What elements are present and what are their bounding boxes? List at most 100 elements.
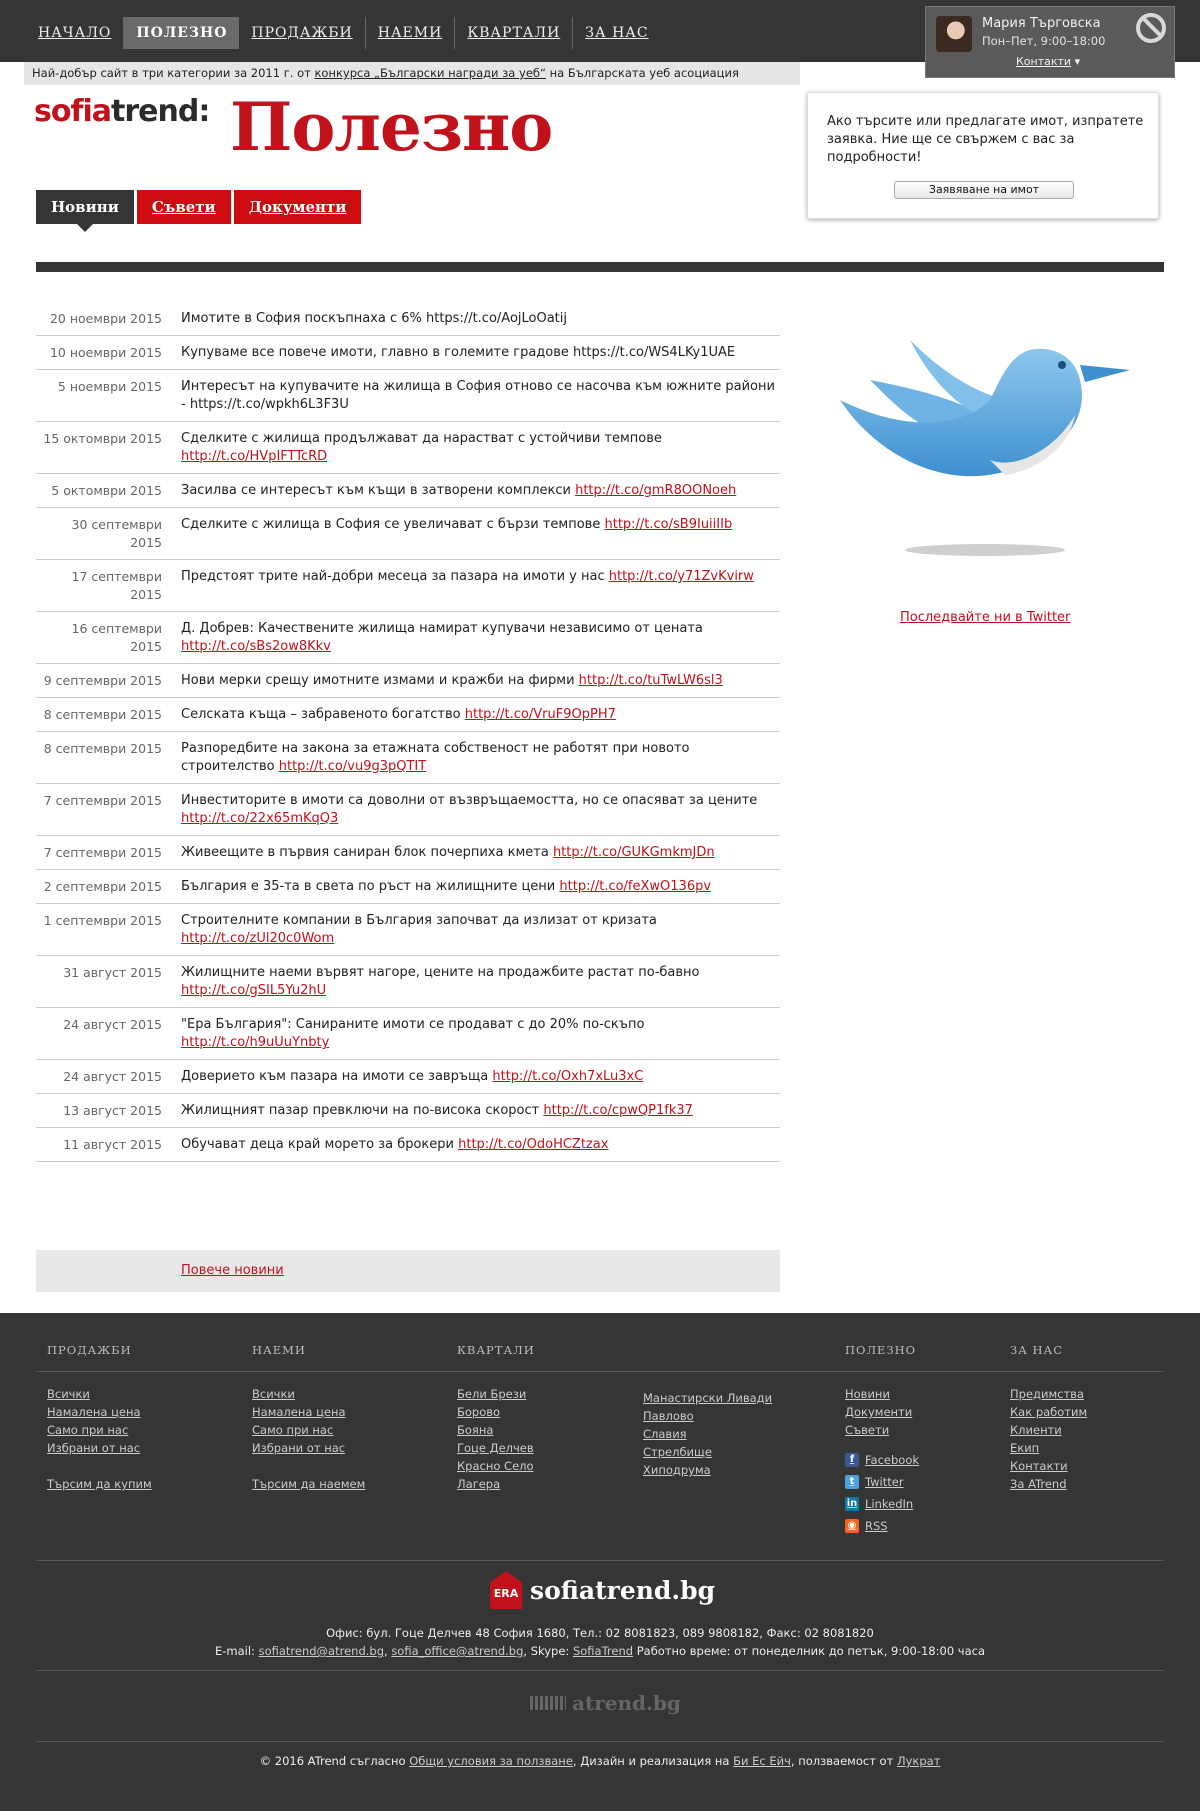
footer-link[interactable]: Предимства [1010, 1385, 1087, 1403]
news-headline: Засилва се интересът към къщи в затворен… [181, 483, 576, 498]
footer-link[interactable]: Как работим [1010, 1403, 1087, 1421]
footer-link[interactable]: Стрелбище [643, 1443, 772, 1461]
ux-link[interactable]: Лукрат [897, 1754, 940, 1768]
footer-link[interactable]: Съвети [845, 1421, 919, 1439]
nav-item-rent[interactable]: НАЕМИ [366, 17, 456, 49]
nav-item-useful[interactable]: ПОЛЕЗНО [124, 17, 240, 49]
logo-sofia: sofia [34, 94, 112, 129]
footer-brand[interactable]: ERA sofiatrend.bg [490, 1571, 715, 1609]
news-link[interactable]: http://t.co/cpwQP1fk37 [543, 1103, 693, 1118]
footer-link[interactable]: Избрани от нас [252, 1439, 365, 1457]
twitter-follow-link[interactable]: Последвайте ни в Twitter [900, 610, 1070, 625]
news-headline: Жилищните наеми вървят нагоре, цените на… [181, 965, 700, 980]
contacts-dropdown[interactable]: Контакти ▾ [1016, 55, 1080, 68]
table-row: 5 ноември 2015 Интересът на купувачите на… [36, 370, 780, 422]
footer-link[interactable]: Гоце Делчев [457, 1439, 535, 1457]
skype-label: , Skype: [523, 1644, 573, 1658]
news-text: Засилва се интересът към къщи в затворен… [162, 482, 780, 500]
email-link-1[interactable]: sofiatrend@atrend.bg [259, 1644, 384, 1658]
terms-link[interactable]: Общи условия за ползване [409, 1754, 573, 1768]
design-link[interactable]: Би Ес Ейч [733, 1754, 791, 1768]
footer-link[interactable]: Всички [252, 1385, 365, 1403]
tab-advice[interactable]: Съвети [136, 190, 231, 224]
rss-link[interactable]: ◉ RSS [845, 1515, 919, 1537]
twitter-bird-icon[interactable] [840, 320, 1130, 565]
nav-item-about[interactable]: ЗА НАС [573, 17, 660, 49]
news-link[interactable]: http://t.co/gSIL5Yu2hU [181, 983, 326, 998]
nav-item-districts[interactable]: КВАРТАЛИ [455, 17, 574, 49]
footer-link[interactable]: Документи [845, 1403, 919, 1421]
more-news-bar: Повече новини [36, 1250, 780, 1292]
news-link[interactable]: http://t.co/VruF9OpPH7 [465, 707, 616, 722]
award-link[interactable]: конкурса „Български награди за уеб“ [314, 66, 545, 80]
footer-link[interactable]: Павлово [643, 1407, 772, 1425]
news-text: Доверието към пазара на имоти се завръща… [162, 1068, 780, 1086]
skype-link[interactable]: SofiaTrend [573, 1644, 633, 1658]
nav-item-sales[interactable]: ПРОДАЖБИ [239, 17, 366, 49]
footer-link[interactable]: Бели Брези [457, 1385, 535, 1403]
news-list: 20 ноември 2015 Имотите в София поскъпнах… [36, 302, 780, 1162]
footer-link[interactable]: Славия [643, 1425, 772, 1443]
footer-link[interactable]: Красно Село [457, 1457, 535, 1475]
footer-link[interactable]: Манастирски Ливади [643, 1389, 772, 1407]
footer-link[interactable]: Само при нас [47, 1421, 152, 1439]
footer-link[interactable]: Хиподрума [643, 1461, 772, 1479]
news-link[interactable]: http://t.co/h9uUuYnbty [181, 1035, 329, 1050]
news-link[interactable]: http://t.co/GUKGmkmJDn [553, 845, 715, 860]
news-headline: България е 35-та в света по ръст на жили… [181, 879, 560, 894]
footer-link[interactable]: Всички [47, 1385, 152, 1403]
site-logo[interactable]: sofiatrend: [34, 94, 210, 129]
footer-link[interactable]: Избрани от нас [47, 1439, 152, 1457]
email-link-2[interactable]: sofia_office@atrend.bg [391, 1644, 523, 1658]
footer-link[interactable]: За ATrend [1010, 1475, 1087, 1493]
footer-link[interactable]: Контакти [1010, 1457, 1087, 1475]
footer-divider [36, 1560, 1164, 1561]
news-headline: Сделките с жилища в София се увеличават … [181, 517, 605, 532]
tab-news[interactable]: Новини [36, 190, 134, 232]
news-link[interactable]: http://t.co/tuTwLW6sl3 [579, 673, 723, 688]
footer-link[interactable]: Екип [1010, 1439, 1087, 1457]
news-link[interactable]: http://t.co/vu9g3pQTIT [279, 759, 426, 774]
footer-link[interactable]: Лагера [457, 1475, 535, 1493]
footer-link[interactable]: Борово [457, 1403, 535, 1421]
linkedin-link[interactable]: in LinkedIn [845, 1493, 919, 1515]
atrend-logo[interactable]: atrend.bg [530, 1691, 681, 1715]
tab-documents[interactable]: Документи [233, 190, 362, 224]
footer-link[interactable]: Само при нас [252, 1421, 365, 1439]
news-headline: Д. Добрев: Качествените жилища намират к… [181, 621, 703, 636]
work-hours: Работно време: от понеделник до петък, 9… [633, 1644, 985, 1658]
news-link[interactable]: http://t.co/HVpIFTTcRD [181, 449, 327, 464]
twitter-link[interactable]: t Twitter [845, 1471, 919, 1493]
news-link[interactable]: http://t.co/zUl20c0Wom [181, 931, 334, 946]
request-property-button[interactable]: Заявяване на имот [894, 181, 1074, 199]
news-headline: Доверието към пазара на имоти се завръща [181, 1069, 493, 1084]
news-link[interactable]: http://t.co/22x65mKqQ3 [181, 811, 338, 826]
facebook-link[interactable]: f Facebook [845, 1449, 919, 1471]
news-link[interactable]: http://t.co/y71ZvKvirw [609, 569, 754, 584]
footer-link[interactable]: Търсим да купим [47, 1475, 152, 1493]
logo-trend: trend: [111, 94, 210, 129]
footer-link[interactable]: Търсим да наемем [252, 1475, 365, 1493]
close-icon[interactable] [1136, 13, 1166, 43]
news-headline: Разпоредбите на закона за етажната собст… [181, 741, 690, 774]
footer-link[interactable]: Намалена цена [252, 1403, 365, 1421]
news-link[interactable]: http://t.co/Oxh7xLu3xC [492, 1069, 643, 1084]
footer-link[interactable]: Клиенти [1010, 1421, 1087, 1439]
nav-item-home[interactable]: НАЧАЛО [26, 17, 125, 49]
footer-link[interactable]: Новини [845, 1385, 919, 1403]
news-date: 24 август 2015 [63, 1069, 162, 1084]
contacts-label: Контакти [1016, 55, 1072, 68]
footer-link[interactable]: Бояна [457, 1421, 535, 1439]
news-link[interactable]: http://t.co/OdoHCZtzax [458, 1137, 608, 1152]
news-link[interactable]: http://t.co/feXwO136pv [559, 879, 711, 894]
news-link[interactable]: http://t.co/sB9IuiiIIb [604, 517, 732, 532]
more-news-link[interactable]: Повече новини [181, 1263, 284, 1278]
chevron-down-icon: ▾ [1074, 55, 1081, 68]
news-link[interactable]: http://t.co/gmR8OONoeh [575, 483, 736, 498]
footer-link[interactable]: Намалена цена [47, 1403, 152, 1421]
footer-head-about: ЗА НАС [1010, 1343, 1064, 1357]
news-date: 17 септември 2015 [71, 569, 162, 602]
table-row: 1 септември 2015 Строителните компании в … [36, 904, 780, 956]
news-link[interactable]: http://t.co/sBs2ow8Kkv [181, 639, 331, 654]
twitter-icon: t [845, 1475, 859, 1489]
